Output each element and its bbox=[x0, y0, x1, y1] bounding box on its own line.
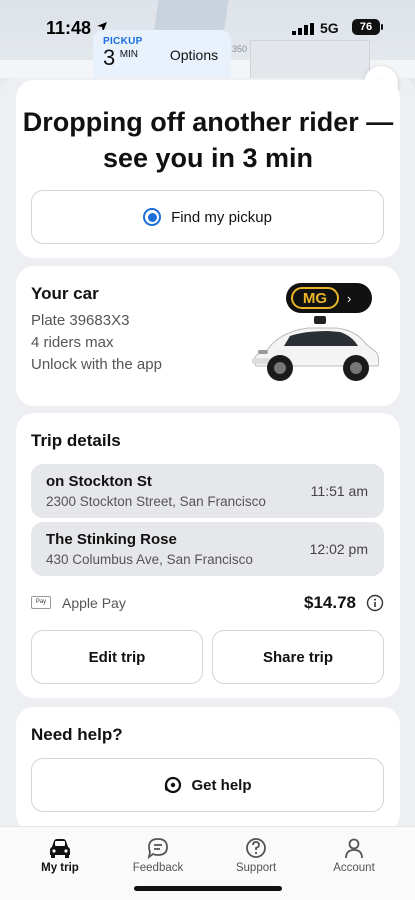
car-unlock: Unlock with the app bbox=[31, 356, 162, 373]
pickup-radio-icon bbox=[143, 208, 162, 226]
car-plate: Plate 39683X3 bbox=[31, 312, 130, 329]
stop-address: 430 Columbus Ave, San Francisco bbox=[46, 552, 253, 567]
find-pickup-label: Find my pickup bbox=[171, 208, 272, 226]
car-code: MG bbox=[291, 287, 339, 309]
car-code-badge[interactable]: MG › bbox=[286, 283, 372, 313]
stop-time: 12:02 pm bbox=[309, 541, 368, 557]
pickup-eta-chip: PICKUP 3 MIN Options bbox=[93, 30, 231, 80]
get-help-label: Get help bbox=[191, 776, 252, 794]
tab-label: My trip bbox=[41, 862, 79, 874]
options-button[interactable]: Options bbox=[157, 30, 231, 80]
find-pickup-button[interactable]: Find my pickup bbox=[31, 190, 384, 244]
signal-icon bbox=[292, 22, 314, 40]
support-icon bbox=[246, 838, 266, 858]
edit-trip-button[interactable]: Edit trip bbox=[31, 630, 203, 684]
tab-label: Feedback bbox=[132, 862, 184, 874]
share-trip-button[interactable]: Share trip bbox=[212, 630, 384, 684]
apple-pay-icon: Pay bbox=[31, 596, 51, 609]
network-label: 5G bbox=[320, 20, 339, 36]
trip-title: Trip details bbox=[31, 431, 121, 450]
tab-label: Support bbox=[235, 862, 277, 874]
trip-price: $14.78 bbox=[304, 593, 356, 612]
payment-method: Apple Pay bbox=[62, 595, 126, 611]
stop-time: 11:51 am bbox=[310, 483, 368, 499]
battery-tip bbox=[381, 24, 383, 30]
pickup-eta: PICKUP 3 MIN bbox=[93, 30, 157, 80]
car-title: Your car bbox=[31, 284, 99, 303]
help-agent-icon bbox=[165, 776, 182, 794]
battery-icon: 76 bbox=[352, 19, 380, 35]
help-title: Need help? bbox=[31, 725, 123, 744]
stop-name: on Stockton St bbox=[46, 473, 152, 490]
tab-feedback[interactable]: Feedback bbox=[113, 837, 203, 874]
tab-account[interactable]: Account bbox=[309, 837, 399, 874]
pickup-stop[interactable]: on Stockton St 2300 Stockton Street, San… bbox=[31, 464, 384, 518]
status-card: Dropping off another rider — see you in … bbox=[16, 80, 400, 258]
car-riders: 4 riders max bbox=[31, 334, 114, 351]
car-image bbox=[252, 316, 380, 381]
tab-my-trip[interactable]: My trip bbox=[15, 837, 105, 874]
feedback-icon bbox=[147, 838, 168, 859]
tab-label: Account bbox=[333, 862, 375, 874]
home-indicator[interactable] bbox=[134, 886, 282, 891]
trip-details-card: Trip details on Stockton St 2300 Stockto… bbox=[16, 413, 400, 698]
chevron-right-icon: › bbox=[347, 290, 352, 306]
status-time: 11:48 bbox=[46, 18, 92, 38]
account-icon bbox=[345, 838, 363, 859]
get-help-button[interactable]: Get help bbox=[31, 758, 384, 812]
tab-support[interactable]: Support bbox=[211, 837, 301, 874]
car-card: Your car Plate 39683X3 4 riders max Unlo… bbox=[16, 266, 400, 406]
pickup-unit: MIN bbox=[119, 49, 139, 60]
help-card: Need help? Get help bbox=[16, 707, 400, 832]
car-icon bbox=[50, 839, 70, 858]
payment-row: Pay Apple Pay $14.78 bbox=[31, 593, 384, 615]
info-icon[interactable] bbox=[366, 594, 384, 617]
stop-name: The Stinking Rose bbox=[46, 531, 177, 548]
stop-address: 2300 Stockton Street, San Francisco bbox=[46, 494, 266, 509]
dropoff-stop[interactable]: The Stinking Rose 430 Columbus Ave, San … bbox=[31, 522, 384, 576]
status-headline: Dropping off another rider — see you in … bbox=[22, 107, 394, 173]
pickup-minutes: 3 bbox=[103, 45, 116, 70]
